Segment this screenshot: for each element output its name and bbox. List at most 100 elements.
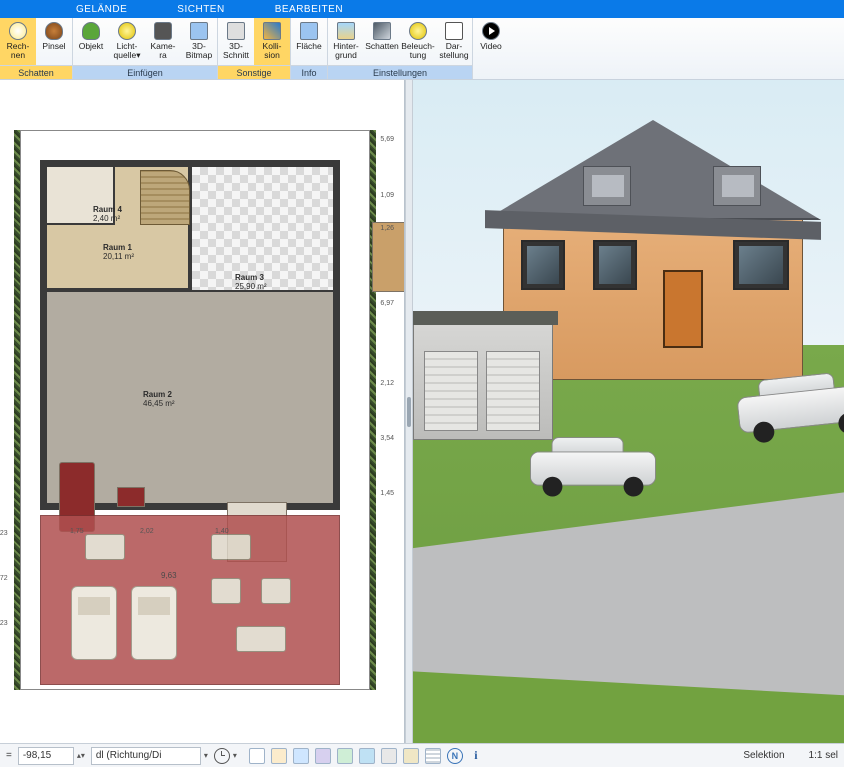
collision-icon	[263, 22, 281, 40]
label-room3: Raum 325,90 m²	[235, 273, 267, 291]
object-icon	[82, 22, 100, 40]
patio-chair-2	[261, 578, 291, 604]
3d-car-2	[734, 365, 844, 445]
dining-table-2	[372, 222, 405, 292]
menu-sichten[interactable]: SICHTEN	[177, 4, 224, 15]
sb-icon-2[interactable]	[271, 748, 287, 764]
sb-icon-grid[interactable]	[425, 748, 441, 764]
ribbon-group-sonstige: 3D-Schnitt Kolli-sion Sonstige	[218, 18, 291, 79]
dim-garage: 9,63	[161, 571, 177, 580]
pane-splitter[interactable]	[405, 80, 413, 743]
sb-icon-1[interactable]	[249, 748, 265, 764]
brush-icon	[45, 22, 63, 40]
dim-r4: 2,12	[380, 380, 394, 387]
parked-car-2	[131, 586, 177, 660]
btn-objekt[interactable]: Objekt	[73, 18, 109, 65]
pane-3d-view[interactable]	[413, 80, 844, 743]
patio-sofa-1	[85, 534, 125, 560]
display-icon	[445, 22, 463, 40]
sb-icon-4[interactable]	[315, 748, 331, 764]
btn-3d-schnitt[interactable]: 3D-Schnitt	[218, 18, 254, 65]
clock-icon[interactable]	[214, 748, 230, 764]
group-label-info: Info	[291, 65, 327, 79]
coord-input[interactable]: -98,15	[18, 747, 74, 765]
sb-icon-6[interactable]	[359, 748, 375, 764]
btn-kollision[interactable]: Kolli-sion	[254, 18, 290, 65]
btn-darstellung[interactable]: Dar-stellung	[436, 18, 472, 65]
btn-pinsel[interactable]: Pinsel	[36, 18, 72, 65]
menu-bar: GELÄNDE SICHTEN BEARBEITEN	[0, 0, 844, 18]
dim-l2: 1,23	[0, 620, 8, 627]
3d-window-3	[733, 240, 789, 290]
btn-schatten-einst[interactable]: Schatten	[364, 18, 400, 65]
info-icon[interactable]: i	[469, 748, 483, 764]
dim-t1: 2,02	[140, 528, 154, 535]
play-icon	[482, 22, 500, 40]
area-icon	[300, 22, 318, 40]
bulb-icon	[118, 22, 136, 40]
status-bar: = -98,15 ▴▾ dl (Richtung/Di ▾ ▾ N i Sele…	[0, 743, 844, 767]
dim-t2: 1,40	[215, 528, 229, 535]
dim-r2: 1,26	[380, 225, 394, 232]
sb-icon-7[interactable]	[381, 748, 397, 764]
btn-hintergrund[interactable]: Hinter-grund	[328, 18, 364, 65]
coord-label: =	[6, 750, 12, 761]
dim-r6: 1,45	[380, 490, 394, 497]
camera-icon	[154, 22, 172, 40]
dim-r0: 5,69	[380, 136, 394, 143]
label-room2: Raum 246,45 m²	[143, 390, 175, 408]
splitter-grip-icon	[407, 397, 411, 427]
group-label-sonstige: Sonstige	[218, 65, 290, 79]
ribbon-group-schatten: Rech-nen Pinsel Schatten	[0, 18, 73, 79]
ribbon-group-video: Video	[473, 18, 509, 79]
group-label-einstellungen: Einstellungen	[328, 65, 472, 79]
north-icon[interactable]: N	[447, 748, 463, 764]
dim-r5: 3,54	[380, 435, 394, 442]
ratio-label: 1:1 sel	[809, 750, 838, 761]
view-selector[interactable]: dl (Richtung/Di	[91, 747, 201, 765]
3d-door	[663, 270, 703, 348]
btn-kamera[interactable]: Kame-ra	[145, 18, 181, 65]
group-label-schatten: Schatten	[0, 65, 72, 79]
bitmap-icon	[190, 22, 208, 40]
btn-beleuchtung[interactable]: Beleuch-tung	[400, 18, 436, 65]
group-label-einfuegen: Einfügen	[73, 65, 217, 79]
ribbon-group-einstellungen: Hinter-grund Schatten Beleuch-tung Dar-s…	[328, 18, 473, 79]
btn-3d-bitmap[interactable]: 3D-Bitmap	[181, 18, 217, 65]
btn-video[interactable]: Video	[473, 18, 509, 65]
status-tool-icons: N i	[249, 748, 483, 764]
ribbon-group-einfuegen: Objekt Licht-quelle▾ Kame-ra 3D-Bitmap E…	[73, 18, 218, 79]
group-label-video	[473, 65, 509, 79]
3d-roof	[485, 120, 821, 220]
sb-icon-5[interactable]	[337, 748, 353, 764]
hedge-right	[370, 130, 376, 690]
room-2[interactable]	[45, 290, 335, 505]
dim-r3: 6,97	[380, 300, 394, 307]
3d-window-2	[593, 240, 637, 290]
patio-sofa-2	[211, 534, 251, 560]
btn-flaeche[interactable]: Fläche	[291, 18, 327, 65]
menu-bearbeiten[interactable]: BEARBEITEN	[275, 4, 343, 15]
shadow-icon	[373, 22, 391, 40]
3d-garage-door-2	[486, 351, 540, 431]
sb-icon-8[interactable]	[403, 748, 419, 764]
terrace[interactable]: 9,63	[40, 515, 340, 685]
coffee-table-icon	[117, 487, 145, 507]
workarea: Raum 42,40 m² Raum 120,11 m² Raum 325,90…	[0, 80, 844, 743]
dim-l0: 1,23	[0, 530, 8, 537]
btn-lichtquelle[interactable]: Licht-quelle▾	[109, 18, 145, 65]
lighting-icon	[409, 22, 427, 40]
sb-icon-3[interactable]	[293, 748, 309, 764]
label-room4: Raum 42,40 m²	[93, 205, 122, 223]
selection-label: Selektion	[743, 750, 784, 761]
menu-gelaende[interactable]: GELÄNDE	[76, 4, 127, 15]
dim-t0: 1,75	[70, 528, 84, 535]
stepper-icon[interactable]: ▴▾	[77, 751, 85, 760]
pane-2d-plan[interactable]: Raum 42,40 m² Raum 120,11 m² Raum 325,90…	[0, 80, 405, 743]
floorplan-canvas[interactable]: Raum 42,40 m² Raum 120,11 m² Raum 325,90…	[20, 130, 370, 690]
btn-rechnen[interactable]: Rech-nen	[0, 18, 36, 65]
section-icon	[227, 22, 245, 40]
patio-bench	[236, 626, 286, 652]
hedge-left	[14, 130, 20, 690]
background-icon	[337, 22, 355, 40]
